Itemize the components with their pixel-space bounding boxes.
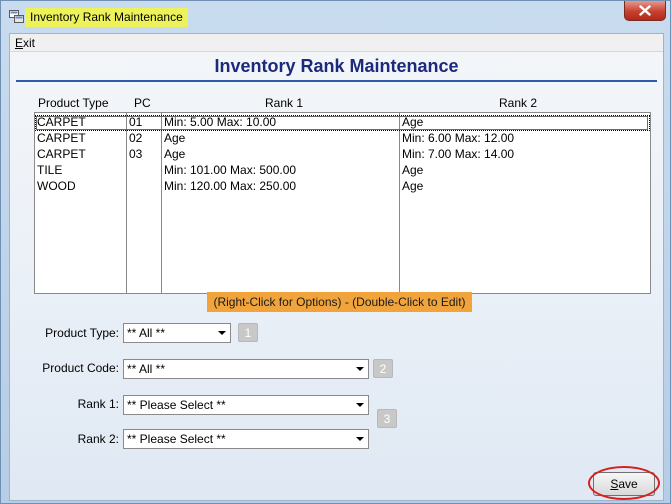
rank-list[interactable]: CARPET 01 Min: 5.00 Max: 10.00 Age CARPE…	[34, 112, 651, 294]
product-type-label: Product Type:	[45, 326, 119, 340]
menu-exit-mnemonic: E	[15, 36, 24, 50]
app-window: Inventory Rank Maintenance Exit Inventor…	[0, 0, 671, 504]
save-label-rest: ave	[618, 477, 638, 491]
chevron-down-icon	[218, 331, 226, 335]
cell-pc: 03	[129, 147, 143, 161]
cell-rank-2: Min: 6.00 Max: 12.00	[402, 131, 515, 145]
cell-rank-2: Age	[402, 179, 424, 193]
page-title: Inventory Rank Maintenance	[214, 56, 459, 76]
column-header-pc[interactable]: PC	[134, 96, 151, 110]
menu-exit-rest: xit	[23, 36, 36, 50]
cell-pc: 02	[129, 131, 143, 145]
column-header-rank-1[interactable]: Rank 1	[265, 96, 303, 110]
title-bar[interactable]: Inventory Rank Maintenance	[1, 1, 670, 33]
close-icon	[639, 5, 651, 16]
cell-rank-1: Age	[164, 131, 186, 145]
cell-product-type: WOOD	[37, 179, 76, 193]
step-badge: 3	[377, 409, 397, 428]
cell-rank-1: Min: 101.00 Max: 500.00	[164, 163, 297, 177]
rank-2-value: ** Please Select **	[127, 432, 226, 446]
rank-1-value: ** Please Select **	[127, 398, 226, 412]
cell-product-type: CARPET	[37, 131, 86, 145]
cell-product-type: CARPET	[37, 147, 86, 161]
rank-1-select[interactable]: ** Please Select **	[123, 395, 369, 415]
chevron-down-icon	[356, 437, 364, 441]
menu-exit[interactable]: Exit	[15, 36, 35, 50]
cell-pc: 01	[129, 115, 143, 129]
save-button[interactable]: Save	[593, 472, 655, 496]
client-area: Exit Inventory Rank Maintenance Product …	[9, 33, 664, 501]
rank-2-select[interactable]: ** Please Select **	[123, 429, 369, 449]
chevron-down-icon	[356, 403, 364, 407]
product-code-label: Product Code:	[42, 361, 119, 375]
cell-rank-2: Age	[402, 163, 424, 177]
cell-rank-2: Age	[402, 115, 424, 129]
usage-hint: (Right-Click for Options) - (Double-Clic…	[207, 292, 472, 312]
step-badge: 1	[238, 323, 258, 342]
close-button[interactable]	[624, 1, 666, 21]
cell-product-type: TILE	[37, 163, 63, 177]
column-header-rank-2[interactable]: Rank 2	[499, 96, 537, 110]
cell-rank-1: Min: 120.00 Max: 250.00	[164, 179, 297, 193]
table-row[interactable]: CARPET 03 Age Min: 7.00 Max: 14.00	[35, 147, 650, 163]
cell-rank-1: Age	[164, 147, 186, 161]
table-row[interactable]: CARPET 01 Min: 5.00 Max: 10.00 Age	[35, 115, 650, 131]
column-header-product-type[interactable]: Product Type	[38, 96, 109, 110]
title-divider	[16, 80, 657, 82]
window-title: Inventory Rank Maintenance	[30, 10, 183, 24]
table-row[interactable]: TILE Min: 101.00 Max: 500.00 Age	[35, 163, 650, 179]
product-code-value: ** All **	[127, 362, 166, 376]
product-code-select[interactable]: ** All **	[123, 359, 369, 379]
menu-bar: Exit	[10, 34, 663, 52]
rank-2-label: Rank 2:	[77, 432, 119, 446]
step-badge: 2	[373, 359, 393, 378]
table-row[interactable]: WOOD Min: 120.00 Max: 250.00 Age	[35, 179, 650, 195]
rank-1-label: Rank 1:	[77, 397, 119, 411]
product-type-select[interactable]: ** All **	[123, 323, 231, 343]
product-type-value: ** All **	[127, 326, 166, 340]
cell-product-type: CARPET	[37, 115, 86, 129]
cell-rank-1: Min: 5.00 Max: 10.00	[164, 115, 277, 129]
table-row[interactable]: CARPET 02 Age Min: 6.00 Max: 12.00	[35, 131, 650, 147]
selection-frame	[36, 116, 648, 130]
app-icon	[9, 10, 24, 23]
cell-rank-2: Min: 7.00 Max: 14.00	[402, 147, 515, 161]
chevron-down-icon	[356, 367, 364, 371]
